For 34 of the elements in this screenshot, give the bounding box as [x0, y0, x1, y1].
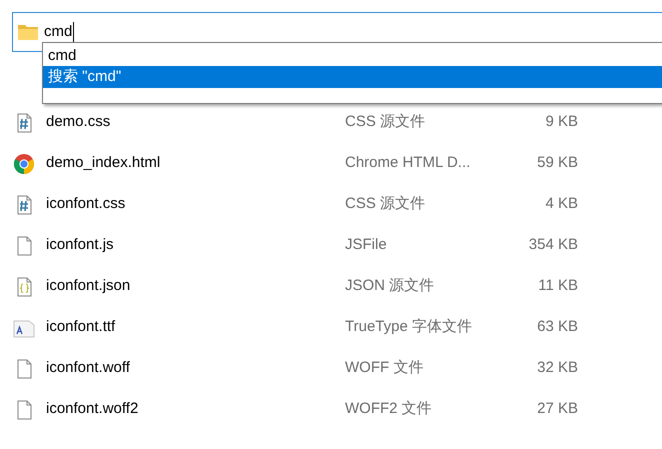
- file-type: TrueType 字体文件: [345, 317, 473, 338]
- hash-file-icon: [14, 194, 34, 214]
- file-name: demo.css: [46, 112, 112, 132]
- file-type: CSS 源文件: [345, 194, 426, 214]
- file-type: JSON 源文件: [345, 276, 436, 296]
- hash-file-icon: [14, 112, 34, 132]
- file-size: 11 KB: [537, 276, 578, 296]
- file-type: CSS 源文件: [345, 112, 426, 132]
- file-type: JSFile: [345, 235, 388, 256]
- file-name: iconfont.woff2: [46, 399, 140, 420]
- file-size: 32 KB: [536, 358, 578, 378]
- file-size: 27 KB: [536, 399, 578, 420]
- file-size: 63 KB: [536, 317, 578, 338]
- file-name: demo_index.html: [46, 153, 162, 174]
- font-file-icon: [13, 318, 35, 338]
- file-name: iconfont.json: [46, 276, 132, 296]
- file-size: 354 KB: [528, 235, 578, 256]
- file-type: WOFF 文件: [345, 358, 424, 378]
- file-name: iconfont.ttf: [46, 317, 116, 338]
- file-name: iconfont.css: [46, 194, 126, 214]
- suggestion-item[interactable]: 搜索 "cmd": [43, 66, 662, 88]
- braces-file-icon: [14, 276, 34, 296]
- blank-file-icon: [14, 400, 34, 420]
- folder-icon: [18, 24, 38, 40]
- file-name: iconfont.woff: [46, 358, 131, 378]
- file-type: Chrome HTML D...: [345, 153, 472, 174]
- file-size: 9 KB: [544, 112, 578, 132]
- file-size: 59 KB: [536, 153, 578, 174]
- file-size: 4 KB: [544, 194, 578, 214]
- file-type: WOFF2 文件: [345, 399, 433, 420]
- chrome-icon: [14, 154, 34, 174]
- file-name: iconfont.js: [46, 235, 115, 256]
- blank-file-icon: [14, 358, 34, 378]
- blank-file-icon: [14, 236, 34, 256]
